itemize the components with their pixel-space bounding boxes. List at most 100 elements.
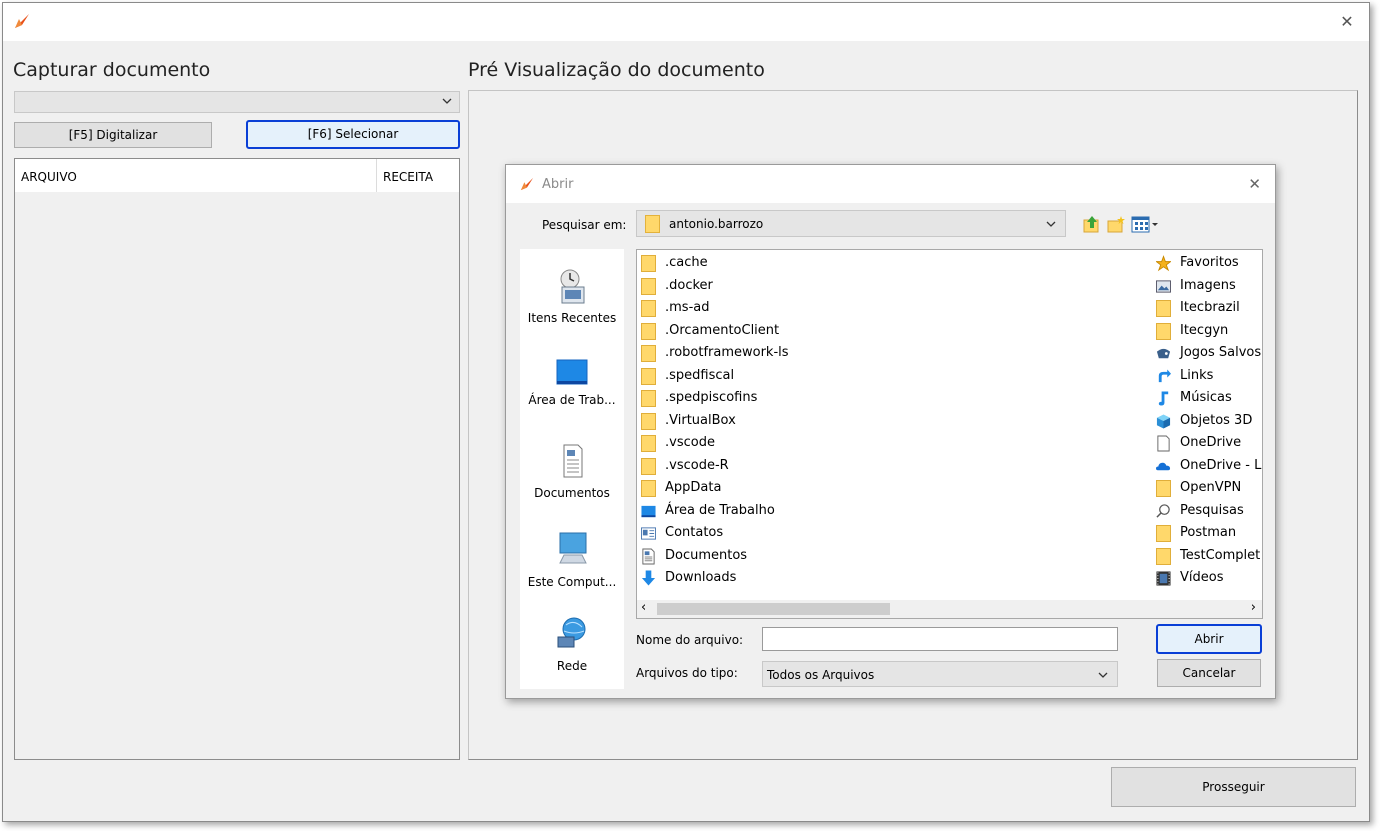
file-item[interactable]: .spedfiscal xyxy=(639,366,939,386)
scroll-right-icon[interactable]: › xyxy=(1251,600,1256,615)
select-button[interactable]: [F6] Selecionar xyxy=(246,120,460,149)
file-item[interactable]: OneDrive xyxy=(1154,433,1262,453)
new-folder-icon[interactable] xyxy=(1106,214,1126,234)
open-button[interactable]: Abrir xyxy=(1156,624,1262,654)
list-header: ARQUIVO RECEITA xyxy=(15,159,459,192)
file-item[interactable]: .spedpiscofins xyxy=(639,388,939,408)
file-item[interactable]: Pesquisas xyxy=(1154,501,1262,521)
file-item[interactable]: .cache xyxy=(639,253,939,273)
file-item[interactable]: Jogos Salvos xyxy=(1154,343,1262,363)
file-item[interactable]: OpenVPN xyxy=(1154,478,1262,498)
place-documents[interactable]: Documentos xyxy=(520,442,624,500)
dialog-title-bar: Abrir ✕ xyxy=(506,165,1275,203)
file-item[interactable]: .docker xyxy=(639,276,939,296)
filename-label: Nome do arquivo: xyxy=(636,633,744,647)
file-item[interactable]: Itecbrazil xyxy=(1154,298,1262,318)
place-label: Área de Trab... xyxy=(528,393,616,407)
file-item-label: Favoritos xyxy=(1180,255,1239,270)
up-folder-icon[interactable] xyxy=(1082,214,1102,234)
look-in-select[interactable]: antonio.barrozo xyxy=(636,210,1066,237)
file-item-label: Downloads xyxy=(665,570,737,585)
computer-icon xyxy=(559,532,587,564)
close-dialog-icon[interactable]: ✕ xyxy=(1248,175,1261,193)
file-item[interactable]: Links xyxy=(1154,366,1262,386)
view-menu-icon[interactable] xyxy=(1131,214,1161,234)
column-header-receita[interactable]: RECEITA xyxy=(383,170,433,184)
filename-input[interactable] xyxy=(762,627,1118,651)
desktop-icon xyxy=(556,359,588,385)
file-item[interactable]: Downloads xyxy=(639,568,939,588)
scrollbar-thumb[interactable] xyxy=(657,603,890,615)
filetype-select[interactable]: Todos os Arquivos xyxy=(762,661,1118,687)
file-item-label: .VirtualBox xyxy=(665,412,736,428)
file-item[interactable]: .VirtualBox xyxy=(639,411,939,431)
file-list: .cache .docker .ms-ad .OrcamentoClient .robo… xyxy=(636,249,1263,619)
file-item[interactable]: .vscode-R xyxy=(639,456,939,476)
place-recent-items[interactable]: Itens Recentes xyxy=(520,267,624,325)
column-header-arquivo[interactable]: ARQUIVO xyxy=(21,170,77,184)
file-item[interactable]: Objetos 3D xyxy=(1154,411,1262,431)
chevron-down-icon xyxy=(442,98,452,104)
place-this-computer[interactable]: Este Comput... xyxy=(520,529,624,589)
scroll-left-icon[interactable]: ‹ xyxy=(641,600,646,615)
file-item-label: Itecgyn xyxy=(1180,322,1229,338)
place-label: Documentos xyxy=(534,486,610,500)
folder-icon xyxy=(645,215,660,233)
file-item[interactable]: AppData xyxy=(639,478,939,498)
places-bar: Itens Recentes Área de Trab... Documento… xyxy=(520,249,624,689)
file-item[interactable]: .robotframework-ls xyxy=(639,343,939,363)
filetype-label: Arquivos do tipo: xyxy=(636,666,738,680)
file-item-label: Links xyxy=(1180,367,1214,383)
file-item[interactable]: Área de Trabalho xyxy=(639,501,939,521)
file-item-label: TestComplet xyxy=(1180,547,1261,563)
file-item[interactable]: .vscode xyxy=(639,433,939,453)
file-item-label: .cache xyxy=(665,255,708,270)
place-label: Este Comput... xyxy=(527,575,617,589)
capture-source-select[interactable] xyxy=(14,91,460,113)
file-item[interactable]: Documentos xyxy=(639,546,939,566)
file-item[interactable]: Imagens xyxy=(1154,276,1262,296)
file-item-label: Vídeos xyxy=(1180,570,1224,585)
network-icon xyxy=(557,617,586,648)
file-item[interactable]: Postman xyxy=(1154,523,1262,543)
file-item-label: Músicas xyxy=(1180,390,1232,405)
scan-button[interactable]: [F5] Digitalizar xyxy=(14,122,212,148)
file-item[interactable]: Itecgyn xyxy=(1154,321,1262,341)
place-label: Rede xyxy=(556,659,588,673)
document-list: ARQUIVO RECEITA xyxy=(14,158,460,760)
column-divider[interactable] xyxy=(376,159,377,192)
proceed-button[interactable]: Prosseguir xyxy=(1111,767,1356,807)
file-item[interactable]: Músicas xyxy=(1154,388,1262,408)
preview-heading: Pré Visualização do documento xyxy=(468,59,765,81)
file-item-label: Área de Trabalho xyxy=(665,502,775,518)
file-item-label: Objetos 3D xyxy=(1180,412,1253,428)
file-item[interactable]: Vídeos xyxy=(1154,568,1262,588)
file-item[interactable]: .OrcamentoClient xyxy=(639,321,939,341)
look-in-value: antonio.barrozo xyxy=(669,217,764,231)
file-item-label: .ms-ad xyxy=(665,300,710,315)
place-desktop[interactable]: Área de Trab... xyxy=(520,357,624,407)
file-item-label: Documentos xyxy=(665,547,748,563)
file-item-label: OneDrive - L xyxy=(1180,457,1262,473)
place-label: Itens Recentes xyxy=(527,311,617,325)
file-item-label: .robotframework-ls xyxy=(665,345,789,360)
recent-items-icon xyxy=(560,269,585,304)
file-item[interactable]: TestComplet xyxy=(1154,546,1262,566)
file-item-label: Imagens xyxy=(1180,277,1236,293)
file-item-label: .docker xyxy=(665,277,713,293)
file-item[interactable]: Favoritos xyxy=(1154,253,1262,273)
place-network[interactable]: Rede xyxy=(520,615,624,673)
close-window-icon[interactable]: ✕ xyxy=(1337,12,1357,32)
chevron-down-icon xyxy=(1098,672,1108,678)
file-item-label: AppData xyxy=(665,480,722,495)
horizontal-scrollbar[interactable]: ‹ › xyxy=(637,600,1262,618)
file-item[interactable]: .ms-ad xyxy=(639,298,939,318)
app-logo-icon xyxy=(520,177,534,191)
capture-heading: Capturar documento xyxy=(13,59,211,81)
file-item[interactable]: Contatos xyxy=(639,523,939,543)
cancel-button[interactable]: Cancelar xyxy=(1157,659,1261,687)
open-file-dialog: Abrir ✕ Pesquisar em: antonio.barrozo It… xyxy=(505,164,1276,699)
file-item-label: .vscode-R xyxy=(665,457,729,473)
file-item[interactable]: OneDrive - L xyxy=(1154,456,1262,476)
app-logo-icon xyxy=(15,14,29,28)
